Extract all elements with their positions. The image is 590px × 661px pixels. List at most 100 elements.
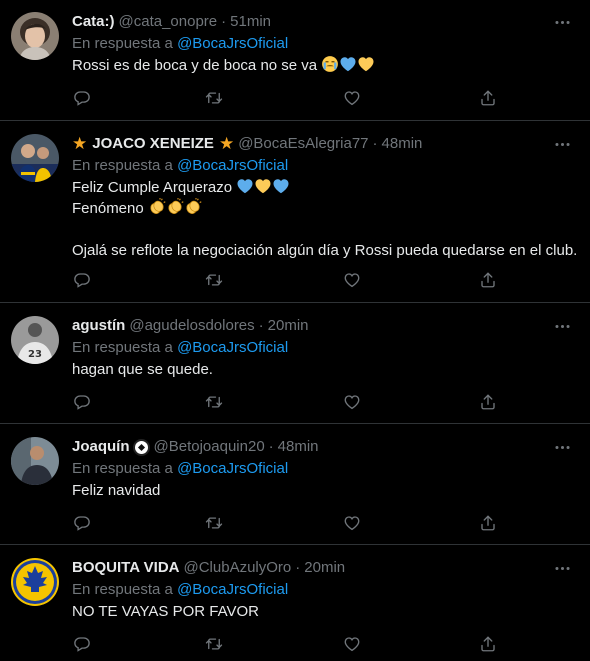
tweet-line: Ojalá se reflote la negociación algún dí…: [72, 242, 578, 259]
reply-icon[interactable]: [72, 634, 92, 654]
tweet-content: BOQUITA VIDA @ClubAzulyOro · 20min En re…: [72, 558, 572, 622]
share-icon[interactable]: [478, 634, 498, 654]
reply-prefix: En respuesta a: [72, 35, 173, 52]
tweet-3[interactable]: 23 agustín @agudelosdolores · 20min En r…: [0, 304, 590, 424]
tweet-text: Feliz navidad: [72, 480, 572, 501]
tweet-header: ★ JOACO XENEIZE ★ @BocaEsAlegria77 · 48m…: [72, 134, 572, 154]
tweet-actions: [72, 513, 502, 533]
tweet-2[interactable]: ★ JOACO XENEIZE ★ @BocaEsAlegria77 · 48m…: [0, 122, 590, 303]
reply-context: En respuesta a @BocaJrsOficial: [72, 155, 572, 177]
reply-prefix: En respuesta a: [72, 460, 173, 477]
timestamp[interactable]: 48min: [382, 134, 423, 154]
display-name[interactable]: BOQUITA VIDA: [72, 558, 180, 578]
reply-icon[interactable]: [72, 513, 92, 533]
star-icon: ★: [72, 134, 88, 153]
tweet-1[interactable]: Cata:) @cata_onopre · 51min En respuesta…: [0, 0, 590, 121]
share-icon[interactable]: [478, 88, 498, 108]
tweet-content: Joaquín @Betojoaquin20 · 48min En respue…: [72, 437, 572, 501]
reply-context: En respuesta a @BocaJrsOficial: [72, 458, 572, 480]
more-dots-icon[interactable]: [552, 12, 572, 32]
share-icon[interactable]: [478, 513, 498, 533]
mention-link[interactable]: @BocaJrsOficial: [177, 339, 288, 356]
more-dots-icon[interactable]: [552, 437, 572, 457]
yellow-heart-icon: [357, 55, 375, 73]
blue-heart-icon: [339, 55, 357, 73]
tweet-header: Joaquín @Betojoaquin20 · 48min: [72, 437, 572, 457]
retweet-icon[interactable]: [204, 513, 224, 533]
reply-prefix: En respuesta a: [72, 581, 173, 598]
tweet-line: NO TE VAYAS POR FAVOR: [72, 603, 259, 620]
svg-text:23: 23: [28, 349, 42, 360]
tweet-content: ★ JOACO XENEIZE ★ @BocaEsAlegria77 · 48m…: [72, 134, 578, 261]
more-dots-icon[interactable]: [552, 134, 572, 154]
reply-prefix: En respuesta a: [72, 157, 173, 174]
timestamp[interactable]: 51min: [230, 12, 271, 32]
tweet-actions: [72, 88, 502, 108]
tweet-text: NO TE VAYAS POR FAVOR: [72, 601, 572, 622]
tweet-text: hagan que se quede.: [72, 359, 572, 380]
mention-link[interactable]: @BocaJrsOficial: [177, 35, 288, 52]
share-icon[interactable]: [478, 392, 498, 412]
tweet-5[interactable]: BOQUITA VIDA @ClubAzulyOro · 20min En re…: [0, 546, 590, 661]
mention-link[interactable]: @BocaJrsOficial: [177, 460, 288, 477]
tweet-text: Rossi es de boca y de boca no se va: [72, 55, 572, 76]
clapping-hands-icon: [148, 198, 166, 216]
tweet-4[interactable]: Joaquín @Betojoaquin20 · 48min En respue…: [0, 425, 590, 545]
display-name[interactable]: JOACO XENEIZE: [92, 134, 214, 154]
timestamp[interactable]: 48min: [278, 437, 319, 457]
separator-dot: ·: [258, 317, 264, 334]
avatar-boquita[interactable]: [11, 558, 59, 606]
heart-icon[interactable]: [342, 513, 362, 533]
reply-icon[interactable]: [72, 270, 92, 290]
retweet-icon[interactable]: [204, 270, 224, 290]
separator-dot: ·: [372, 135, 378, 152]
reply-context: En respuesta a @BocaJrsOficial: [72, 337, 572, 359]
tweet-header: agustín @agudelosdolores · 20min: [72, 316, 572, 336]
timestamp[interactable]: 20min: [304, 558, 345, 578]
tweet-line: [72, 219, 572, 240]
user-handle[interactable]: @Betojoaquin20: [154, 437, 265, 457]
separator-dot: ·: [221, 13, 227, 30]
user-handle[interactable]: @BocaEsAlegria77: [238, 134, 368, 154]
tweet-content: agustín @agudelosdolores · 20min En resp…: [72, 316, 572, 380]
timestamp[interactable]: 20min: [268, 316, 309, 336]
display-name[interactable]: Cata:): [72, 12, 115, 32]
heart-icon[interactable]: [342, 88, 362, 108]
tweet-header: BOQUITA VIDA @ClubAzulyOro · 20min: [72, 558, 572, 578]
reply-prefix: En respuesta a: [72, 339, 173, 356]
mention-link[interactable]: @BocaJrsOficial: [177, 581, 288, 598]
clapping-hands-icon: [166, 198, 184, 216]
display-name[interactable]: agustín: [72, 316, 125, 336]
user-handle[interactable]: @cata_onopre: [119, 12, 218, 32]
user-handle[interactable]: @ClubAzulyOro: [184, 558, 292, 578]
clapping-hands-icon: [184, 198, 202, 216]
blue-heart-icon: [272, 177, 290, 195]
avatar-joaquin[interactable]: [11, 437, 59, 485]
retweet-icon[interactable]: [204, 88, 224, 108]
tweet-header: Cata:) @cata_onopre · 51min: [72, 12, 572, 32]
mention-link[interactable]: @BocaJrsOficial: [177, 157, 288, 174]
tweet-content: Cata:) @cata_onopre · 51min En respuesta…: [72, 12, 572, 76]
more-dots-icon[interactable]: [552, 558, 572, 578]
user-handle[interactable]: @agudelosdolores: [129, 316, 254, 336]
share-icon[interactable]: [478, 270, 498, 290]
separator-dot: ·: [268, 438, 274, 455]
heart-icon[interactable]: [342, 270, 362, 290]
reply-icon[interactable]: [72, 392, 92, 412]
retweet-icon[interactable]: [204, 634, 224, 654]
avatar-cata[interactable]: [11, 12, 59, 60]
more-dots-icon[interactable]: [552, 316, 572, 336]
tweet-actions: [72, 634, 502, 654]
heart-icon[interactable]: [342, 634, 362, 654]
tweet-line: Fenómeno: [72, 200, 144, 217]
tweet-line: hagan que se quede.: [72, 361, 213, 378]
tweet-actions: [72, 270, 502, 290]
avatar-agustin[interactable]: 23: [11, 316, 59, 364]
avatar-joaco[interactable]: [11, 134, 59, 182]
display-name[interactable]: Joaquín: [72, 437, 130, 457]
heart-icon[interactable]: [342, 392, 362, 412]
yellow-heart-icon: [254, 177, 272, 195]
reply-context: En respuesta a @BocaJrsOficial: [72, 33, 572, 55]
retweet-icon[interactable]: [204, 392, 224, 412]
reply-icon[interactable]: [72, 88, 92, 108]
